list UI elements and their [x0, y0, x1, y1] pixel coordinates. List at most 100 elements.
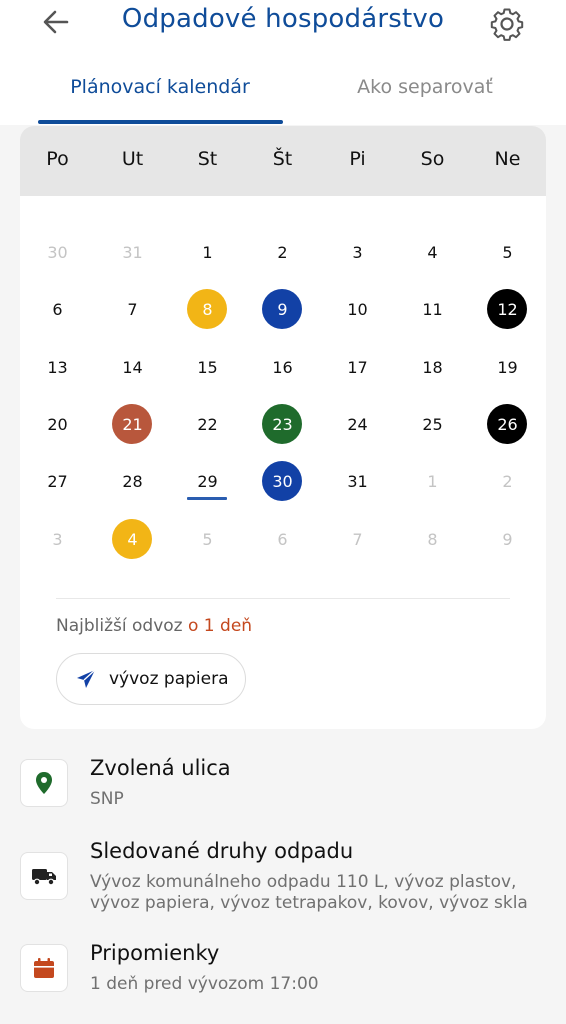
calendar-day[interactable]: 31 — [95, 232, 170, 272]
day-number: 19 — [497, 357, 518, 377]
calendar-day[interactable]: 1 — [395, 461, 470, 501]
calendar-day[interactable]: 3 — [320, 232, 395, 272]
day-number: 11 — [422, 299, 443, 319]
day-number: 1 — [427, 471, 438, 491]
calendar-day-pickup[interactable]: 23 — [245, 404, 320, 444]
calendar-day[interactable]: 14 — [95, 347, 170, 387]
calendar-day[interactable]: 31 — [320, 461, 395, 501]
reminder-title: Pripomienky — [90, 941, 220, 965]
weekday-label: Ut — [121, 148, 144, 170]
day-number: 31 — [347, 471, 368, 491]
day-number: 20 — [47, 414, 68, 434]
calendar-day[interactable]: 24 — [320, 404, 395, 444]
calendar-day-pickup[interactable]: 30 — [245, 461, 320, 501]
day-number: 9 — [502, 529, 513, 549]
day-number: 8 — [427, 529, 438, 549]
weekday-label: Pi — [349, 148, 366, 170]
calendar-day[interactable]: 18 — [395, 347, 470, 387]
divider — [56, 598, 510, 599]
calendar-day[interactable]: 25 — [395, 404, 470, 444]
day-number: 12 — [497, 299, 518, 319]
day-number: 5 — [202, 529, 213, 549]
tab-planning-calendar[interactable]: Plánovací kalendár — [38, 76, 282, 98]
app-header: Odpadové hospodárstvo Plánovací kalendár… — [0, 0, 566, 125]
day-number: 10 — [347, 299, 368, 319]
calendar-day[interactable]: 7 — [95, 289, 170, 329]
day-number: 1 — [202, 242, 213, 262]
day-number: 25 — [422, 414, 443, 434]
calendar-day[interactable]: 5 — [470, 232, 545, 272]
calendar-day[interactable]: 5 — [170, 519, 245, 559]
day-number: 17 — [347, 357, 368, 377]
calendar-day-pickup[interactable]: 12 — [470, 289, 545, 329]
waste-value: Vývoz komunálneho odpadu 110 L, vývoz pl… — [90, 872, 528, 913]
today-indicator — [187, 497, 227, 500]
calendar-day[interactable]: 19 — [470, 347, 545, 387]
calendar-day[interactable]: 6 — [20, 289, 95, 329]
next-pickup-chip[interactable]: vývoz papiera — [56, 653, 246, 705]
calendar-day[interactable]: 10 — [320, 289, 395, 329]
day-number: 5 — [502, 242, 513, 262]
day-number: 6 — [277, 529, 288, 549]
day-number: 7 — [352, 529, 363, 549]
settings-button[interactable] — [488, 5, 526, 43]
day-number: 6 — [52, 299, 63, 319]
day-number: 23 — [272, 414, 293, 434]
day-number: 3 — [52, 529, 63, 549]
day-number: 28 — [122, 471, 143, 491]
location-pin-icon — [20, 759, 68, 807]
calendar-day[interactable]: 30 — [20, 232, 95, 272]
tab-how-to-separate[interactable]: Ako separovať — [300, 76, 550, 98]
day-number: 2 — [502, 471, 513, 491]
calendar-day-pickup[interactable]: 4 — [95, 519, 170, 559]
calendar-day-pickup[interactable]: 9 — [245, 289, 320, 329]
weekday-label: St — [197, 148, 218, 170]
day-number: 13 — [47, 357, 68, 377]
street-title: Zvolená ulica — [90, 756, 231, 780]
calendar-day[interactable]: 2 — [470, 461, 545, 501]
calendar-day[interactable]: 7 — [320, 519, 395, 559]
page-title: Odpadové hospodárstvo — [121, 4, 445, 34]
calendar-day[interactable]: 27 — [20, 461, 95, 501]
weekday-header: Po Ut St Št Pi So Ne — [20, 126, 546, 196]
next-pickup-prefix: Najbližší odvoz — [56, 616, 183, 636]
day-number: 3 — [352, 242, 363, 262]
calendar-day[interactable]: 13 — [20, 347, 95, 387]
reminder-value: 1 deň pred vývozom 17:00 — [90, 974, 319, 994]
street-value: SNP — [90, 789, 124, 809]
calendar-day[interactable]: 28 — [95, 461, 170, 501]
calendar-day[interactable]: 22 — [170, 404, 245, 444]
weekday-label: Št — [272, 148, 293, 170]
calendar-day-today[interactable]: 29 — [170, 461, 245, 501]
day-number: 31 — [122, 242, 143, 262]
calendar-day[interactable]: 15 — [170, 347, 245, 387]
calendar-card: Po Ut St Št Pi So Ne 30 31 1 2 3 4 5 6 7 8 9 10 11 12… — [20, 126, 546, 729]
calendar-day[interactable]: 11 — [395, 289, 470, 329]
day-number: 27 — [47, 471, 68, 491]
calendar-day[interactable]: 17 — [320, 347, 395, 387]
calendar-day[interactable]: 16 — [245, 347, 320, 387]
calendar-day[interactable]: 6 — [245, 519, 320, 559]
calendar-day[interactable]: 4 — [395, 232, 470, 272]
paper-plane-icon — [75, 668, 97, 690]
day-number: 29 — [197, 471, 218, 491]
day-number: 24 — [347, 414, 368, 434]
day-number: 22 — [197, 414, 218, 434]
calendar-day-pickup[interactable]: 26 — [470, 404, 545, 444]
next-pickup-text: Najbližší odvoz o 1 deň — [56, 616, 252, 636]
weekday-label: Ne — [494, 148, 521, 170]
waste-title: Sledované druhy odpadu — [90, 839, 354, 863]
calendar-day[interactable]: 2 — [245, 232, 320, 272]
calendar-day[interactable]: 3 — [20, 519, 95, 559]
calendar-day[interactable]: 8 — [395, 519, 470, 559]
calendar-day[interactable]: 1 — [170, 232, 245, 272]
day-number: 4 — [427, 242, 438, 262]
active-tab-indicator — [38, 120, 283, 124]
day-number: 7 — [127, 299, 138, 319]
calendar-day-pickup[interactable]: 8 — [170, 289, 245, 329]
calendar-day[interactable]: 20 — [20, 404, 95, 444]
calendar-icon — [20, 944, 68, 992]
calendar-day-pickup[interactable]: 21 — [95, 404, 170, 444]
calendar-day[interactable]: 9 — [470, 519, 545, 559]
next-pickup-value: o 1 deň — [188, 616, 253, 636]
